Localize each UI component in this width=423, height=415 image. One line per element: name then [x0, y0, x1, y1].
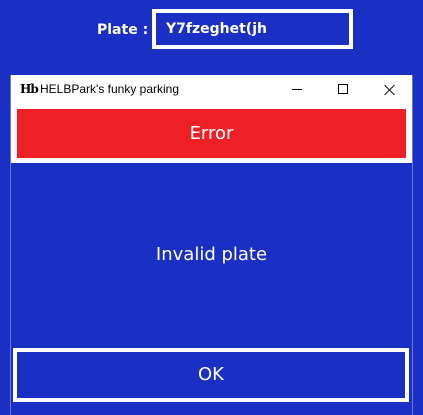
close-icon: [384, 84, 395, 95]
maximize-button[interactable]: [320, 75, 366, 103]
dialog-title: HELBPark's funky parking: [40, 82, 180, 96]
plate-form: Plate : Y7fzeghet(jh: [0, 0, 423, 70]
app-icon: Hb: [20, 82, 39, 96]
dialog-titlebar[interactable]: Hb HELBPark's funky parking: [11, 75, 412, 103]
plate-label: Plate :: [97, 22, 149, 38]
minimize-icon: [292, 88, 302, 90]
maximize-icon: [338, 84, 348, 94]
error-heading: Error: [189, 123, 234, 144]
error-banner: Error: [17, 109, 406, 158]
plate-input[interactable]: Y7fzeghet(jh: [152, 9, 353, 49]
ok-button[interactable]: OK: [13, 348, 409, 402]
error-dialog: Hb HELBPark's funky parking Error Invali…: [10, 75, 413, 415]
minimize-button[interactable]: [274, 75, 320, 103]
error-message: Invalid plate: [155, 244, 268, 265]
close-button[interactable]: [366, 75, 412, 103]
